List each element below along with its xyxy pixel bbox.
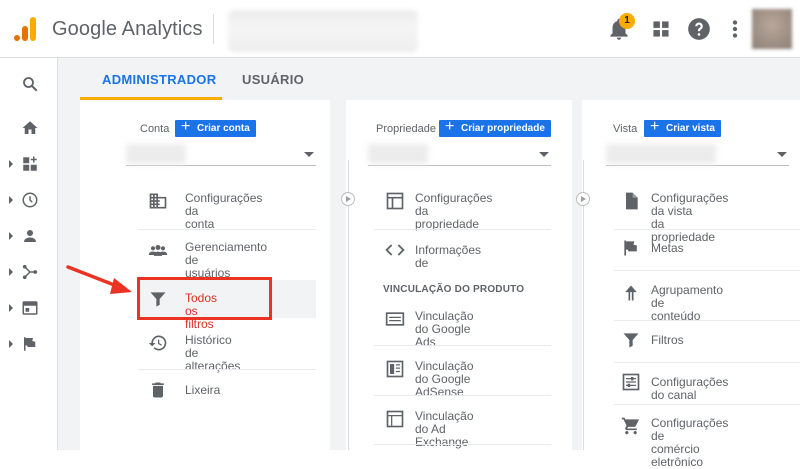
analytics-logo-icon bbox=[14, 17, 36, 41]
ad-exchange-line1: Vinculação do Ad bbox=[415, 409, 474, 436]
grouping-icon bbox=[625, 285, 637, 301]
document-icon bbox=[626, 192, 638, 210]
property-settings-icon bbox=[386, 192, 404, 210]
nav-behavior[interactable] bbox=[0, 294, 58, 324]
create-account-button[interactable]: Criar conta bbox=[175, 118, 256, 137]
view-dropdown[interactable] bbox=[606, 144, 789, 166]
account-dropdown[interactable] bbox=[126, 144, 316, 166]
ecommerce-settings-line1: Configurações de bbox=[651, 416, 729, 443]
person-icon bbox=[24, 230, 36, 242]
acquisition-icon bbox=[22, 264, 38, 280]
account-selector[interactable] bbox=[228, 10, 418, 52]
divider bbox=[614, 404, 800, 405]
apps-grid-icon[interactable] bbox=[648, 16, 674, 42]
filter-icon bbox=[623, 333, 639, 348]
notification-badge: 1 bbox=[619, 13, 635, 29]
create-property-button[interactable]: Criar propriedade bbox=[439, 118, 551, 137]
help-icon[interactable] bbox=[686, 16, 712, 42]
nav-home[interactable] bbox=[0, 114, 58, 144]
code-icon bbox=[385, 244, 405, 256]
avatar[interactable] bbox=[752, 9, 792, 49]
divider bbox=[374, 395, 551, 396]
connector-arrow-icon bbox=[341, 192, 355, 206]
view-filters-label: Filtros bbox=[651, 333, 684, 347]
divider bbox=[614, 320, 800, 321]
clock-icon bbox=[22, 192, 38, 208]
view-settings-line1: Configurações da vista bbox=[651, 191, 729, 218]
history-icon bbox=[148, 335, 167, 351]
flag-icon bbox=[624, 240, 637, 256]
app-title: Google Analytics bbox=[52, 18, 203, 40]
red-arrow-annotation bbox=[66, 265, 132, 294]
property-dropdown[interactable] bbox=[368, 144, 551, 166]
divider bbox=[374, 229, 551, 230]
ad-exchange-icon bbox=[386, 410, 404, 428]
nav-audience[interactable] bbox=[0, 222, 58, 252]
user-management-line1: Gerenciamento de bbox=[185, 240, 268, 267]
google-ads-line1: Vinculação do Google bbox=[415, 309, 474, 336]
connector-arrow-icon bbox=[576, 192, 590, 206]
tab-admin[interactable]: ADMINISTRADOR bbox=[102, 72, 216, 87]
nav-realtime[interactable] bbox=[0, 186, 58, 216]
content-grouping-line1: Agrupamento de bbox=[651, 283, 724, 310]
title-divider bbox=[213, 14, 214, 44]
tracking-info-label: Informações de bbox=[415, 243, 482, 270]
ecommerce-settings-line2: comércio eletrônico bbox=[651, 442, 704, 469]
channel-settings-label: Configurações do canal bbox=[651, 375, 729, 402]
view-label: Vista bbox=[613, 123, 638, 135]
adsense-line1: Vinculação do Google bbox=[415, 359, 474, 386]
divider bbox=[614, 362, 800, 363]
top-bar: Google Analytics 1 bbox=[0, 0, 800, 58]
divider bbox=[374, 444, 551, 445]
channel-icon bbox=[622, 373, 640, 391]
goals-label: Metas bbox=[651, 241, 684, 255]
nav-conversions[interactable] bbox=[0, 330, 58, 360]
nav-customization[interactable] bbox=[0, 150, 58, 180]
view-settings-line2: da propriedade bbox=[651, 217, 716, 244]
admin-tabs: ADMINISTRADOR USUÁRIO bbox=[58, 58, 800, 100]
divider bbox=[614, 229, 800, 230]
adsense-icon bbox=[386, 360, 404, 378]
more-vert-icon[interactable] bbox=[722, 16, 748, 42]
divider bbox=[374, 345, 551, 346]
account-settings-line1: Configurações da bbox=[185, 191, 263, 218]
change-history-line2: alterações bbox=[185, 359, 241, 373]
divider bbox=[138, 369, 316, 370]
highlight-box bbox=[137, 277, 272, 320]
nav-search[interactable] bbox=[0, 70, 58, 100]
building-icon bbox=[149, 193, 167, 209]
trash-icon bbox=[152, 382, 164, 398]
behavior-icon bbox=[22, 301, 38, 315]
dashboard-add-icon bbox=[23, 156, 37, 171]
nav-acquisition[interactable] bbox=[0, 258, 58, 288]
home-icon bbox=[22, 121, 38, 134]
flag-icon bbox=[24, 337, 36, 351]
cart-icon bbox=[621, 417, 640, 435]
adsense-line2: AdSense bbox=[415, 385, 464, 399]
property-settings-line1: Configurações da bbox=[415, 191, 493, 218]
google-ads-icon bbox=[385, 312, 405, 326]
ad-exchange-line2: Exchange bbox=[415, 435, 469, 449]
side-nav bbox=[0, 58, 58, 450]
account-label: Conta bbox=[140, 123, 170, 135]
tab-user[interactable]: USUÁRIO bbox=[242, 72, 304, 87]
search-icon bbox=[23, 77, 38, 92]
divider bbox=[614, 270, 800, 271]
trash-label: Lixeira bbox=[185, 383, 221, 397]
change-history-line1: Histórico de bbox=[185, 333, 232, 360]
create-view-button[interactable]: Criar vista bbox=[644, 118, 721, 137]
people-icon bbox=[148, 245, 168, 256]
property-label: Propriedade bbox=[376, 123, 436, 135]
google-ads-line2: Ads bbox=[415, 335, 436, 349]
product-linking-header: VINCULAÇÃO DO PRODUTO bbox=[383, 284, 525, 295]
divider bbox=[138, 229, 316, 230]
